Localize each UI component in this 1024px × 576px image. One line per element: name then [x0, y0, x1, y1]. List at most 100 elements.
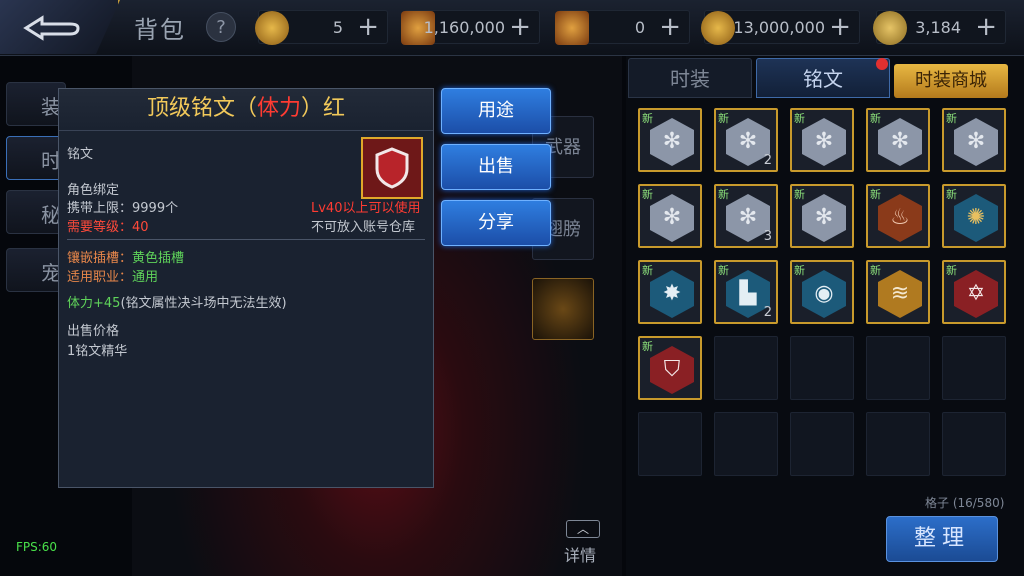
job-label: 适用职业： [67, 270, 133, 285]
inventory-slot[interactable]: 新 ≋ [866, 260, 930, 324]
chevron-up-icon: ︿ [566, 520, 600, 538]
details-button[interactable]: ︿ 详情 [560, 520, 606, 566]
gray-inscription-icon: ✻ [650, 194, 694, 242]
inventory-slot[interactable]: 新 ✻ 2 [714, 108, 778, 172]
inventory-slot[interactable]: 新 ▙ 2 [714, 260, 778, 324]
gray-inscription-icon: ✻ [802, 194, 846, 242]
gray-inscription-icon: ✻ [650, 118, 694, 166]
inventory-slot[interactable]: 新 ✸ [638, 260, 702, 324]
inventory-slot[interactable]: 新 ✻ [790, 108, 854, 172]
usage-button[interactable]: 用途 [441, 88, 551, 134]
tab-inscription[interactable]: 铭文 [756, 58, 890, 98]
inventory-slot-empty[interactable] [790, 412, 854, 476]
inventory-slot-selected[interactable]: 新 ⛉ [638, 336, 702, 400]
item-title: 顶级铭文（体力）红 [59, 89, 433, 131]
sort-button[interactable]: 整理 [886, 516, 998, 562]
gray-inscription-icon: ✻ [954, 118, 998, 166]
wind-icon: ≋ [878, 270, 922, 318]
new-badge: 新 [794, 188, 805, 201]
item-title-attr: 体力 [256, 96, 301, 121]
nav-secret[interactable]: 秘 [6, 190, 66, 234]
carry-limit: 携带上限：9999个 [67, 201, 179, 216]
price-label: 出售价格 [67, 324, 120, 339]
inventory-slot[interactable]: 新 ♨ [866, 184, 930, 248]
binding: 角色绑定 [67, 183, 120, 198]
divider [67, 239, 425, 240]
add-currency-button[interactable]: + [659, 12, 681, 42]
socket-row: 镶嵌插槽：黄色插槽 [67, 247, 184, 266]
add-currency-button[interactable]: + [975, 12, 997, 42]
page-title: 背包 [134, 16, 186, 44]
inventory-slot[interactable]: 新 ✻ [790, 184, 854, 248]
new-badge: 新 [794, 264, 805, 277]
tab-fashion[interactable]: 时装 [628, 58, 752, 98]
inventory-slot-empty[interactable] [866, 412, 930, 476]
inventory-slot-empty[interactable] [790, 336, 854, 400]
nav-equipment[interactable]: 装 [6, 82, 66, 126]
level-notice: Lv40以上可以使用 [311, 201, 421, 216]
nav-pet[interactable]: 宠 [6, 248, 66, 292]
currency-value: 1,160,000 [423, 18, 505, 37]
fashion-shop-button[interactable]: 时装商城 [894, 64, 1008, 98]
new-badge: 新 [642, 188, 653, 201]
currency-value: 13,000,000 [733, 18, 825, 37]
item-title-suffix: ）红 [301, 96, 346, 121]
back-arrow-icon [23, 15, 80, 41]
new-badge: 新 [870, 264, 881, 277]
sell-button[interactable]: 出售 [441, 144, 551, 190]
inventory-slot[interactable]: 新 ✻ [638, 184, 702, 248]
warehouse-notice: 不可放入账号仓库 [311, 220, 416, 235]
new-badge: 新 [718, 112, 729, 125]
star-icon: ✡ [954, 270, 998, 318]
inventory-slot[interactable]: 新 ✡ [942, 260, 1006, 324]
help-button[interactable]: ? [206, 12, 236, 42]
new-badge: 新 [718, 264, 729, 277]
new-badge: 新 [642, 264, 653, 277]
inventory-slot-empty[interactable] [714, 336, 778, 400]
new-badge: 新 [642, 112, 653, 125]
inventory-slot-empty[interactable] [942, 412, 1006, 476]
inventory-slot[interactable]: 新 ◉ [790, 260, 854, 324]
new-badge: 新 [642, 340, 653, 353]
new-badge: 新 [946, 112, 957, 125]
inventory-slot[interactable]: 新 ✻ 3 [714, 184, 778, 248]
currency-3: 0 + [555, 10, 690, 45]
item-count: 2 [763, 153, 772, 168]
new-badge: 新 [794, 112, 805, 125]
job-value: 通用 [132, 270, 159, 285]
details-label: 详情 [564, 546, 597, 565]
inventory-slot-empty[interactable] [942, 336, 1006, 400]
burst-icon: ✸ [650, 270, 694, 318]
shield-icon [361, 137, 423, 199]
share-button[interactable]: 分享 [441, 200, 551, 246]
bonus-value: 体力+45 [67, 296, 121, 311]
currency-5: 3,184 + [873, 10, 1006, 45]
currency-value: 0 [634, 18, 645, 37]
add-currency-button[interactable]: + [509, 12, 531, 42]
new-badge: 新 [946, 264, 957, 277]
fps-counter: FPS:60 [16, 540, 58, 554]
required-level: 需要等级：40 [67, 220, 149, 235]
nav-fashion[interactable]: 时 [6, 136, 66, 180]
burst-icon: ✺ [954, 194, 998, 242]
item-detail-panel: 顶级铭文（体力）红 铭文 角色绑定 携带上限：9999个 需要等级：40 Lv4… [58, 88, 434, 488]
inventory-slot[interactable]: 新 ✺ [942, 184, 1006, 248]
inventory-slot-empty[interactable] [638, 412, 702, 476]
add-currency-button[interactable]: + [357, 12, 379, 42]
inventory-slot-empty[interactable] [714, 412, 778, 476]
medal-icon [873, 11, 907, 45]
new-badge: 新 [718, 188, 729, 201]
inventory-slot-empty[interactable] [866, 336, 930, 400]
add-currency-button[interactable]: + [829, 12, 851, 42]
flame-icon: ♨ [878, 194, 922, 242]
currency-value: 3,184 [915, 18, 961, 37]
bonus-note: (铭文属性决斗场中无法生效) [120, 296, 287, 311]
item-count: 2 [763, 305, 772, 320]
inventory-slot[interactable]: 新 ✻ [866, 108, 930, 172]
inventory-slot[interactable]: 新 ✻ [638, 108, 702, 172]
emblem-slot[interactable] [532, 278, 594, 340]
grid-count: 格子 (16/580) [925, 496, 1005, 510]
currency-4: 13,000,000 + [701, 10, 860, 45]
price-value: 1铭文精华 [67, 344, 128, 359]
inventory-slot[interactable]: 新 ✻ [942, 108, 1006, 172]
